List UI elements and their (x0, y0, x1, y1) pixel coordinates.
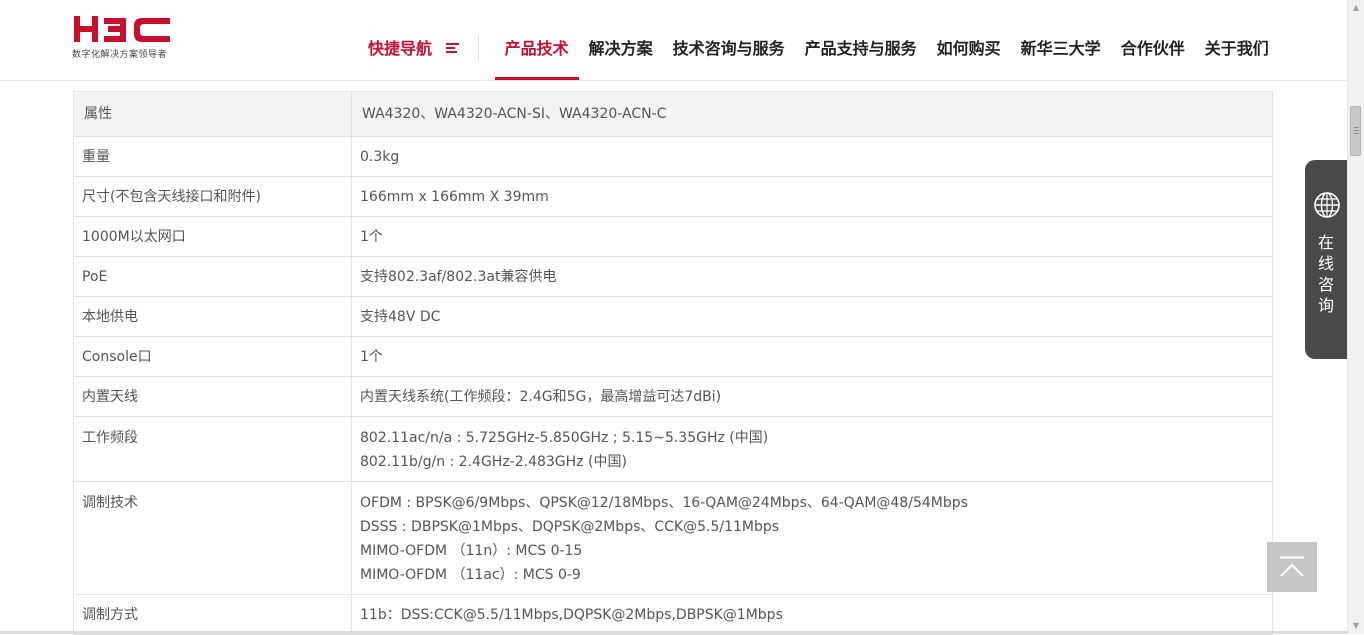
value-line: MIMO-OFDM （11n）: MCS 0-15 (360, 543, 583, 559)
nav-item-solutions[interactable]: 解决方案 (579, 0, 663, 80)
scroll-down-arrow-icon[interactable]: ▼ (1348, 618, 1364, 634)
row-key: 本地供电 (73, 296, 352, 337)
scroll-up-arrow-icon[interactable]: ▲ (1348, 0, 1364, 16)
row-value: 支持48V DC (351, 296, 1273, 337)
nav-item-support[interactable]: 产品支持与服务 (795, 0, 927, 80)
logo-tagline: 数字化解决方案领导者 (72, 50, 168, 60)
row-value: 1个 (351, 216, 1273, 257)
nav-item-university[interactable]: 新华三大学 (1011, 0, 1111, 80)
nav-item-label: 如何购买 (936, 39, 1001, 58)
table-row: 内置天线 内置天线系统(工作频段：2.4G和5G，最高增益可达7dBi) (73, 376, 1273, 417)
spec-table: 属性 WA4320、WA4320-ACN-SI、WA4320-ACN-C 重量 … (73, 91, 1273, 635)
value-line: 1个 (360, 349, 383, 365)
value-line: MIMO-OFDM （11ac）: MCS 0-9 (360, 567, 581, 583)
table-row: PoE 支持802.3af/802.3at兼容供电 (73, 256, 1273, 297)
table-header-value: WA4320、WA4320-ACN-SI、WA4320-ACN-C (351, 91, 1273, 137)
back-to-top-button[interactable] (1267, 542, 1317, 592)
row-key: PoE (73, 256, 352, 297)
row-value: 0.3kg (351, 136, 1273, 177)
value-line: 0.3kg (360, 149, 400, 165)
table-row: 本地供电 支持48V DC (73, 296, 1273, 337)
nav-item-how-to-buy[interactable]: 如何购买 (927, 0, 1011, 80)
table-row: 1000M以太网口 1个 (73, 216, 1273, 257)
value-line: 802.11b/g/n : 2.4GHz-2.483GHz (中国) (360, 454, 627, 470)
quick-nav-label: 快捷导航 (368, 39, 433, 58)
value-line: 1个 (360, 229, 383, 245)
globe-icon (1314, 192, 1340, 218)
value-line: 802.11ac/n/a : 5.725GHz-5.850GHz ; 5.15~… (360, 430, 769, 446)
quick-nav-button[interactable]: 快捷导航 (358, 0, 479, 80)
row-value: OFDM : BPSK@6/9Mbps、QPSK@12/18Mbps、16-QA… (351, 481, 1273, 595)
scrollbar-thumb[interactable] (1350, 106, 1361, 156)
nav-item-about[interactable]: 关于我们 (1195, 0, 1279, 80)
table-row: 重量 0.3kg (73, 136, 1273, 177)
table-row: 调制技术 OFDM : BPSK@6/9Mbps、QPSK@12/18Mbps、… (73, 481, 1273, 595)
table-row: 工作频段 802.11ac/n/a : 5.725GHz-5.850GHz ; … (73, 416, 1273, 482)
site-header: 数字化解决方案领导者 快捷导航 产品技术 解决方案 技术咨询与服务 产品支持与服… (0, 0, 1348, 81)
nav-item-label: 解决方案 (588, 39, 653, 58)
row-key: 尺寸(不包含天线接口和附件) (73, 176, 352, 217)
h3c-logo[interactable]: 数字化解决方案领导者 (72, 14, 182, 64)
nav-item-label: 技术咨询与服务 (672, 39, 785, 58)
value-line: 支持48V DC (360, 309, 441, 325)
row-value: 802.11ac/n/a : 5.725GHz-5.850GHz ; 5.15~… (351, 416, 1273, 482)
nav-item-label: 合作伙伴 (1120, 39, 1185, 58)
value-line: DSSS : DBPSK@1Mbps、DQPSK@2Mbps、CCK@5.5/1… (360, 519, 780, 535)
row-key: Console口 (73, 336, 352, 377)
table-row: 尺寸(不包含天线接口和附件) 166mm x 166mm X 39mm (73, 176, 1273, 217)
nav-item-products[interactable]: 产品技术 (494, 0, 579, 80)
online-consult-button[interactable]: 在线咨询 (1305, 160, 1348, 359)
row-value: 11b：DSS:CCK@5.5/11Mbps,DQPSK@2Mbps,DBPSK… (351, 594, 1273, 635)
row-value: 内置天线系统(工作频段：2.4G和5G，最高增益可达7dBi) (351, 376, 1273, 417)
menu-icon (445, 41, 459, 55)
active-tab-indicator (494, 77, 579, 80)
table-row: Console口 1个 (73, 336, 1273, 377)
row-value: 1个 (351, 336, 1273, 377)
row-key: 调制技术 (73, 481, 352, 595)
h3c-logo-mark (74, 16, 170, 42)
value-line: 166mm x 166mm X 39mm (360, 189, 549, 205)
value-line: 11b：DSS:CCK@5.5/11Mbps,DQPSK@2Mbps,DBPSK… (360, 607, 783, 623)
value-line: OFDM : BPSK@6/9Mbps、QPSK@12/18Mbps、16-QA… (360, 495, 968, 511)
chevron-up-icon (1280, 556, 1304, 577)
value-line: 支持802.3af/802.3at兼容供电 (360, 269, 557, 285)
table-header-row: 属性 WA4320、WA4320-ACN-SI、WA4320-ACN-C (73, 91, 1273, 137)
row-key: 工作频段 (73, 416, 352, 482)
table-row: 调制方式 11b：DSS:CCK@5.5/11Mbps,DQPSK@2Mbps,… (73, 594, 1273, 635)
nav-item-label: 产品支持与服务 (804, 39, 917, 58)
nav-item-consulting[interactable]: 技术咨询与服务 (663, 0, 795, 80)
main-nav: 快捷导航 产品技术 解决方案 技术咨询与服务 产品支持与服务 如何购买 新华三大… (358, 0, 1279, 80)
value-line: 内置天线系统(工作频段：2.4G和5G，最高增益可达7dBi) (360, 389, 722, 405)
nav-item-label: 新华三大学 (1020, 39, 1101, 58)
row-key: 1000M以太网口 (73, 216, 352, 257)
nav-item-partners[interactable]: 合作伙伴 (1111, 0, 1195, 80)
row-value: 166mm x 166mm X 39mm (351, 176, 1273, 217)
row-key: 调制方式 (73, 594, 352, 635)
row-key: 重量 (73, 136, 352, 177)
row-key: 内置天线 (73, 376, 352, 417)
row-value: 支持802.3af/802.3at兼容供电 (351, 256, 1273, 297)
online-consult-label: 在线咨询 (1317, 233, 1334, 315)
page-scrollbar[interactable]: ▲ ▼ (1347, 0, 1364, 634)
table-header-key: 属性 (73, 91, 352, 137)
nav-item-label: 产品技术 (504, 39, 569, 58)
nav-item-label: 关于我们 (1204, 39, 1269, 58)
